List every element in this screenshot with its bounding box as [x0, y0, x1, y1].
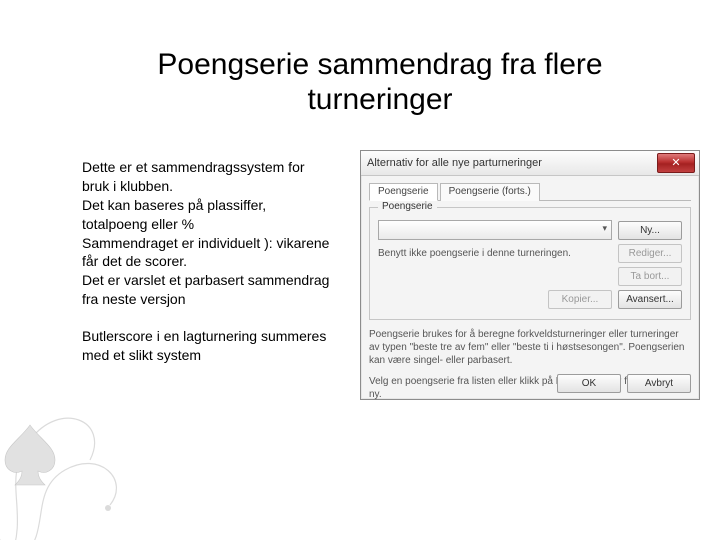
kopier-button[interactable]: Kopier...	[548, 290, 612, 309]
close-icon: ✕	[671, 158, 680, 169]
avansert-button[interactable]: Avansert...	[618, 290, 682, 309]
close-button[interactable]: ✕	[657, 153, 695, 173]
options-dialog: Alternativ for alle nye parturneringer ✕…	[360, 150, 700, 400]
poengserie-group: Poengserie Ny... Benytt ikke poengserie …	[369, 207, 691, 320]
body-text: Dette er et sammendragssystem for bruk i…	[82, 158, 332, 383]
cancel-button[interactable]: Avbryt	[627, 374, 691, 393]
dialog-title: Alternativ for alle nye parturneringer	[367, 157, 542, 169]
ok-button[interactable]: OK	[557, 374, 621, 393]
slide-title: Poengserie sammendrag fra flere turnerin…	[100, 48, 660, 117]
body-paragraph: Dette er et sammendragssystem for bruk i…	[82, 158, 332, 309]
tabort-button[interactable]: Ta bort...	[618, 267, 682, 286]
tab-poengserie[interactable]: Poengserie	[369, 183, 438, 201]
help-text: Poengserie brukes for å beregne forkveld…	[369, 328, 691, 367]
body-paragraph: Butlerscore i en lagturnering summeres m…	[82, 327, 332, 365]
rediger-button[interactable]: Rediger...	[618, 244, 682, 263]
group-legend: Poengserie	[378, 201, 437, 212]
dialog-titlebar: Alternativ for alle nye parturneringer ✕	[361, 151, 699, 176]
dialog-footer: OK Avbryt	[557, 374, 691, 393]
inline-message: Benytt ikke poengserie i denne turnering…	[378, 248, 612, 259]
dialog-tabs: Poengserie Poengserie (forts.)	[369, 182, 691, 201]
poengserie-dropdown[interactable]	[378, 220, 612, 240]
tab-poengserie-forts[interactable]: Poengserie (forts.)	[440, 183, 540, 201]
ny-button[interactable]: Ny...	[618, 221, 682, 240]
